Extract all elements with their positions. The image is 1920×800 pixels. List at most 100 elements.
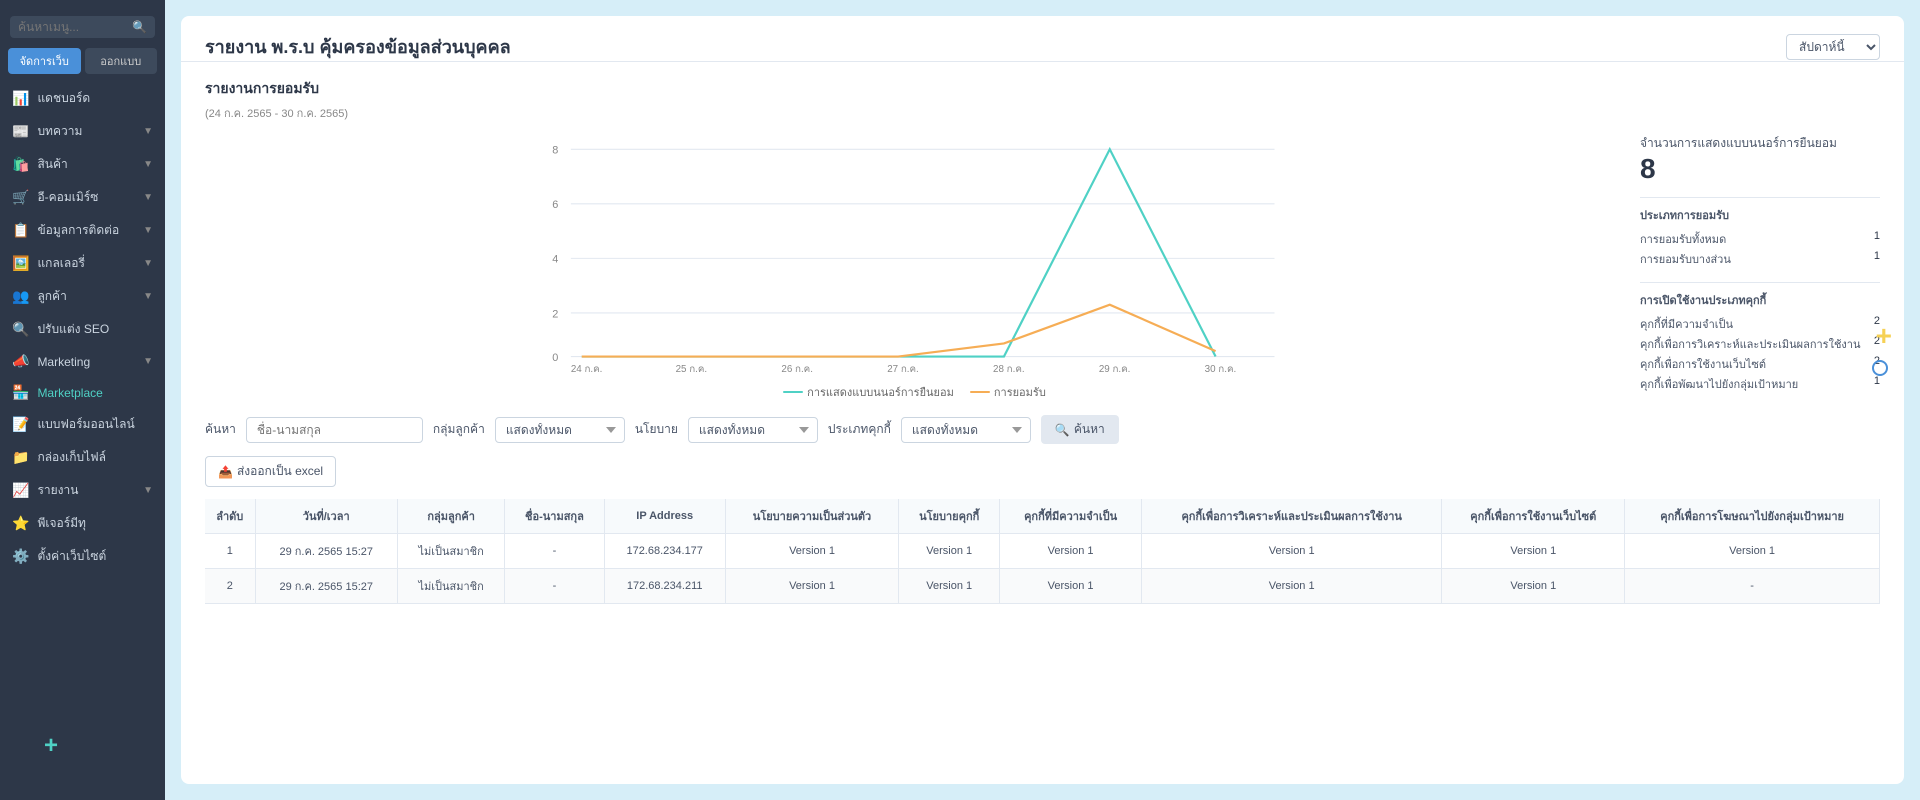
table-row: 2 29 ก.ค. 2565 15:27 ไม่เป็นสมาชิก - 172…: [205, 569, 1880, 604]
stat-number-block: จำนวนการแสดงแบบนนอร์การยืนยอม 8: [1640, 134, 1880, 185]
policy-select[interactable]: แสดงทั้งหมด: [688, 417, 818, 443]
sidebar-item-dashboard[interactable]: 📊 แดชบอร์ด: [0, 82, 165, 115]
consent-type-value: 1: [1874, 230, 1880, 248]
customers-icon: 👥: [12, 288, 29, 305]
news-icon: 📰: [12, 123, 29, 140]
legend-consent-form: การแสดงแบบนนอร์การยืนยอม: [783, 383, 954, 401]
customer-group-select[interactable]: แสดงทั้งหมด: [495, 417, 625, 443]
search-icon: 🔍: [132, 20, 147, 34]
sidebar-item-label: บทความ: [37, 122, 135, 141]
cell-cookie-policy: Version 1: [899, 569, 1000, 604]
floating-add-button[interactable]: +: [44, 732, 58, 760]
svg-text:2: 2: [552, 308, 558, 320]
svg-text:27 ก.ค.: 27 ก.ค.: [887, 364, 919, 374]
cell-functional: Version 1: [1442, 569, 1625, 604]
cookie-type-value: 1: [1874, 375, 1880, 393]
cell-id: 2: [205, 569, 255, 604]
sidebar-item-customers[interactable]: 👥 ลูกค้า ▼: [0, 280, 165, 313]
policy-label: นโยบาย: [635, 420, 678, 439]
svg-text:8: 8: [552, 145, 558, 157]
cookie-type-label: คุกกี้เพื่อการวิเคราะห์และประเมินผลการใช…: [1640, 335, 1860, 353]
tab-edit[interactable]: ออกแบบ: [85, 48, 158, 74]
svg-text:28 ก.ค.: 28 ก.ค.: [993, 364, 1025, 374]
sidebar-item-marketplace[interactable]: 🏪 Marketplace: [0, 377, 165, 408]
sidebar-item-settings[interactable]: ⚙️ ตั้งค่าเว็บไซต์: [0, 540, 165, 573]
period-select[interactable]: สัปดาห์นี้ เดือนนี้ ปีนี้ กำหนดเอง: [1786, 34, 1880, 60]
sidebar-item-seo[interactable]: 🔍 ปรับแต่ง SEO: [0, 313, 165, 346]
chevron-down-icon: ▼: [143, 126, 153, 137]
sidebar-search-container[interactable]: 🔍: [10, 16, 155, 38]
files-icon: 📁: [12, 449, 29, 466]
forms-icon: 📝: [12, 416, 29, 433]
consent-type-row-1: การยอมรับบางส่วน 1: [1640, 250, 1880, 268]
sidebar-item-label: แกลเลอรี่: [37, 254, 135, 273]
stat-number-value: 8: [1640, 153, 1880, 185]
cell-necessary: Version 1: [1000, 569, 1142, 604]
col-header-analytics: คุกกี้เพื่อการวิเคราะห์และประเมินผลการใช…: [1142, 499, 1442, 534]
col-header-id: ลำดับ: [205, 499, 255, 534]
svg-text:4: 4: [552, 254, 558, 266]
svg-text:30 ก.ค.: 30 ก.ค.: [1205, 364, 1237, 374]
legend-consent-form-label: การแสดงแบบนนอร์การยืนยอม: [807, 383, 954, 401]
col-header-cookie-policy: นโยบายคุกกี้: [899, 499, 1000, 534]
search-name-input[interactable]: [246, 417, 423, 443]
cell-name: -: [505, 534, 604, 569]
cell-group: ไม่เป็นสมาชิก: [397, 534, 504, 569]
col-header-ip: IP Address: [604, 499, 725, 534]
ecommerce-icon: 🛒: [12, 189, 29, 206]
search-label: ค้นหา: [205, 420, 236, 439]
dashboard-icon: 📊: [12, 90, 29, 107]
sidebar-item-label: ตั้งค่าเว็บไซต์: [37, 547, 153, 566]
cookie-type-label: ประเภทคุกกี้: [828, 420, 891, 439]
sidebar-item-reports[interactable]: 📈 รายงาน ▼: [0, 474, 165, 507]
cookie-type-select[interactable]: แสดงทั้งหมด: [901, 417, 1031, 443]
cookie-types-title: การเปิดใช้งานประเภทคุกกี้: [1640, 291, 1880, 309]
sidebar-item-marketing[interactable]: 📣 Marketing ▼: [0, 346, 165, 377]
members-icon: ⭐: [12, 515, 29, 532]
cell-name: -: [505, 569, 604, 604]
svg-text:6: 6: [552, 199, 558, 211]
sidebar-item-gallery[interactable]: 🖼️ แกลเลอรี่ ▼: [0, 247, 165, 280]
sidebar-item-label: พีเจอร์มีทุ: [37, 514, 153, 533]
search-button[interactable]: 🔍 ค้นหา: [1041, 415, 1119, 444]
export-excel-button[interactable]: 📤 ส่งออกเป็น excel: [205, 456, 336, 487]
marketplace-icon: 🏪: [12, 384, 29, 401]
cell-group: ไม่เป็นสมาชิก: [397, 569, 504, 604]
cell-targeting: Version 1: [1625, 534, 1880, 569]
floating-add-right-button[interactable]: +: [1876, 320, 1892, 352]
cell-analytics: Version 1: [1142, 569, 1442, 604]
floating-circle-indicator: [1872, 360, 1888, 376]
chart-section: รายงานการยอมรับ (24 ก.ค. 2565 - 30 ก.ค. …: [205, 78, 1880, 395]
gallery-icon: 🖼️: [12, 255, 29, 272]
table-row: 1 29 ก.ค. 2565 15:27 ไม่เป็นสมาชิก - 172…: [205, 534, 1880, 569]
sidebar-item-members[interactable]: ⭐ พีเจอร์มีทุ: [0, 507, 165, 540]
cookie-type-row-2: คุกกี้เพื่อการใช้งานเว็บไซต์ 2: [1640, 355, 1880, 373]
consent-type-label: การยอมรับทั้งหมด: [1640, 230, 1726, 248]
search-input[interactable]: [18, 20, 128, 34]
content-box: รายงานการยอมรับ (24 ก.ค. 2565 - 30 ก.ค. …: [181, 62, 1904, 784]
sidebar-item-ecommerce[interactable]: 🛒 อี-คอมเมิร์ซ ▼: [0, 181, 165, 214]
chevron-down-icon: ▼: [143, 192, 153, 203]
page-header: รายงาน พ.ร.บ คุ้มครองข้อมูลส่วนบุคคล สัป…: [181, 16, 1904, 62]
sidebar-item-news[interactable]: 📰 บทความ ▼: [0, 115, 165, 148]
sidebar-item-forms[interactable]: 📝 แบบฟอร์มออนไลน์: [0, 408, 165, 441]
chevron-down-icon: ▼: [143, 159, 153, 170]
sidebar-item-products[interactable]: 🛍️ สินค้า ▼: [0, 148, 165, 181]
sidebar-item-contact[interactable]: 📋 ข้อมูลการติดต่อ ▼: [0, 214, 165, 247]
table-container: ลำดับ วันที่/เวลา กลุ่มลูกค้า ชื่อ-นามสก…: [205, 499, 1880, 604]
cell-necessary: Version 1: [1000, 534, 1142, 569]
page-title: รายงาน พ.ร.บ คุ้มครองข้อมูลส่วนบุคคล: [205, 32, 511, 61]
col-header-functional: คุกกี้เพื่อการใช้งานเว็บไซต์: [1442, 499, 1625, 534]
settings-icon: ⚙️: [12, 548, 29, 565]
svg-text:0: 0: [552, 352, 558, 364]
sidebar-item-files[interactable]: 📁 กล่องเก็บไฟล์: [0, 441, 165, 474]
svg-text:24 ก.ค.: 24 ก.ค.: [571, 364, 603, 374]
tab-manage[interactable]: จัดการเว็บ: [8, 48, 81, 74]
data-table: ลำดับ วันที่/เวลา กลุ่มลูกค้า ชื่อ-นามสก…: [205, 499, 1880, 604]
chart-svg: 8 6 4 2 0 24 ก.ค. 25 ก.ค.: [205, 134, 1624, 374]
sidebar-item-label: อี-คอมเมิร์ซ: [37, 188, 135, 207]
main-area: รายงาน พ.ร.บ คุ้มครองข้อมูลส่วนบุคคล สัป…: [165, 0, 1920, 800]
cell-datetime: 29 ก.ค. 2565 15:27: [255, 534, 397, 569]
chevron-down-icon: ▼: [143, 485, 153, 496]
col-header-group: กลุ่มลูกค้า: [397, 499, 504, 534]
